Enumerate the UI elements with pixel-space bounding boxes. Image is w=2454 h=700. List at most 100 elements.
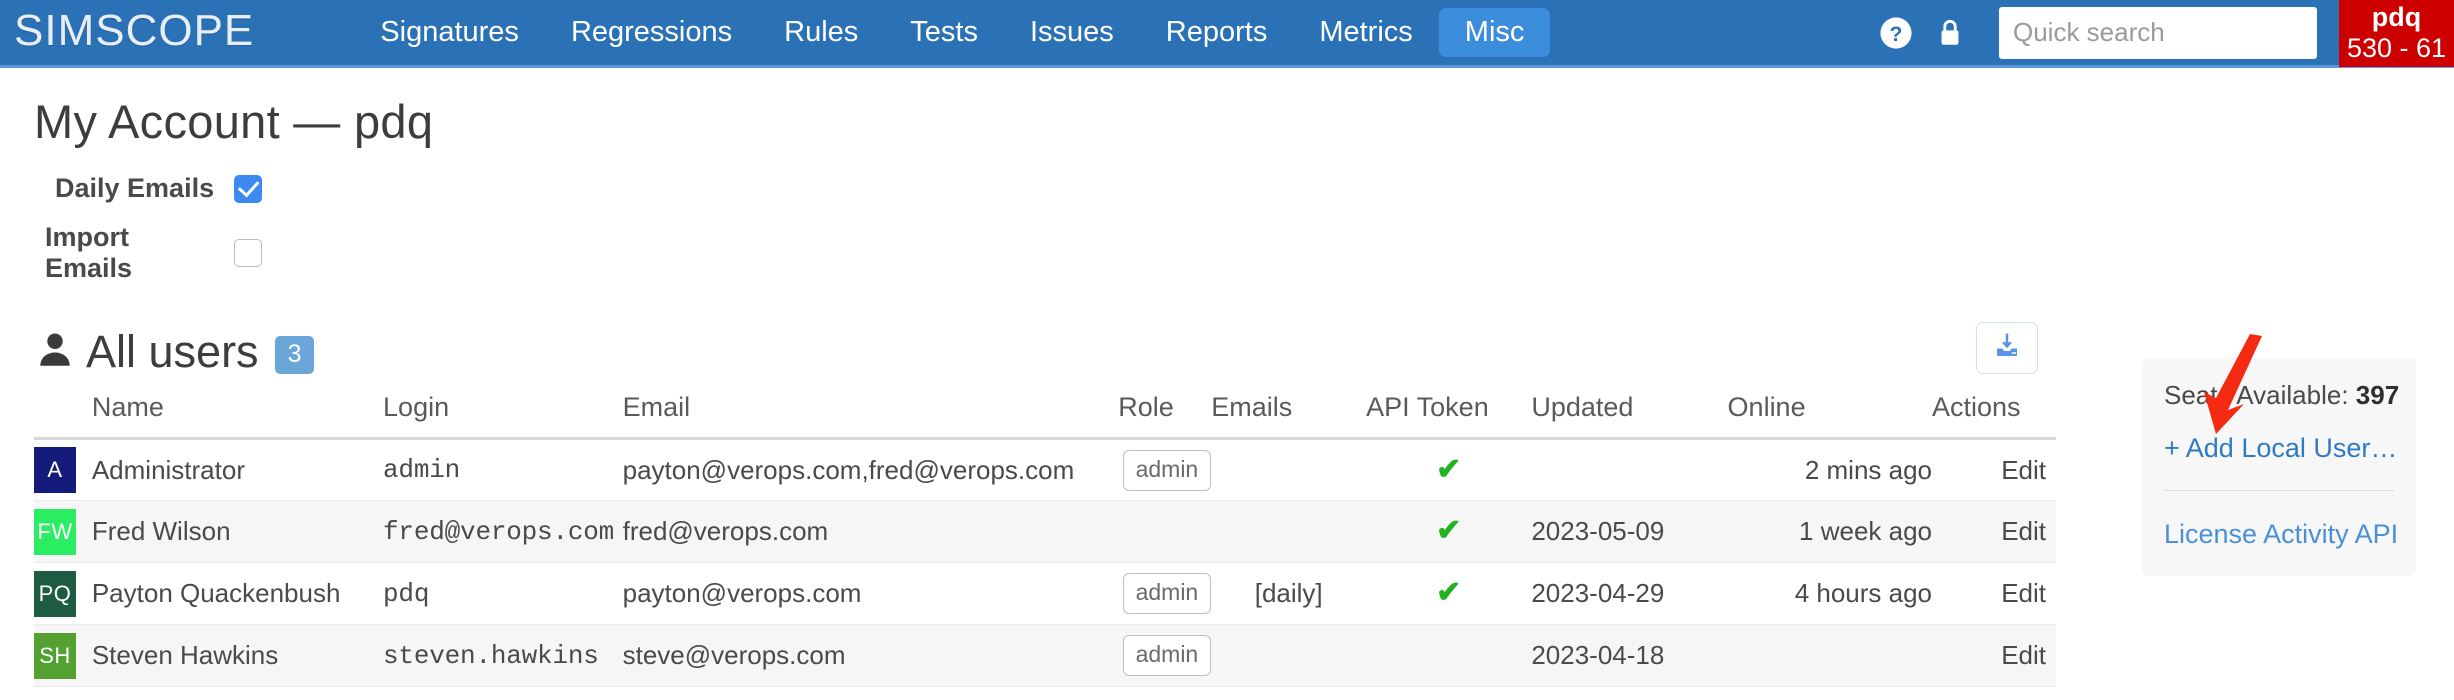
col-name[interactable]: Name bbox=[91, 392, 384, 440]
cell-name[interactable]: Fred Wilson bbox=[91, 500, 384, 563]
nav-item-signatures[interactable]: Signatures bbox=[354, 8, 545, 57]
daily-emails-checkbox[interactable] bbox=[234, 174, 262, 203]
page-content: My Account — pdq Daily Emails Import Ema… bbox=[0, 68, 2454, 697]
person-icon bbox=[34, 329, 76, 376]
table-row: FW Fred Wilson fred@verops.com fred@vero… bbox=[34, 500, 2056, 563]
cell-online: 2 mins ago bbox=[1727, 438, 1933, 501]
avatar: SH bbox=[34, 632, 76, 679]
users-table-head: Name Login Email Role Emails API Token U… bbox=[34, 392, 2056, 440]
avatar: PQ bbox=[34, 570, 76, 617]
row-avatar-cell: SH bbox=[34, 624, 92, 687]
nav-item-misc[interactable]: Misc bbox=[1438, 8, 1551, 57]
lock-button[interactable] bbox=[1923, 6, 1977, 60]
cell-online: 1 week ago bbox=[1727, 500, 1933, 563]
nav-item-regressions[interactable]: Regressions bbox=[545, 8, 758, 57]
cell-actions: Edit bbox=[1932, 624, 2056, 687]
edit-link[interactable]: Edit bbox=[2001, 516, 2056, 546]
cell-emails bbox=[1211, 624, 1367, 687]
import-emails-label: Import Emails bbox=[45, 222, 133, 283]
nav-item-tests[interactable]: Tests bbox=[884, 8, 1004, 57]
users-table: Name Login Email Role Emails API Token U… bbox=[34, 392, 2056, 687]
cell-login: steven.hawkins bbox=[383, 624, 623, 687]
cell-api-token: ✔ bbox=[1366, 562, 1532, 625]
nav-item-metrics[interactable]: Metrics bbox=[1293, 8, 1438, 57]
side-card-divider bbox=[2164, 490, 2394, 491]
top-navbar: SIMSCOPE Signatures Regressions Rules Te… bbox=[0, 0, 2454, 68]
cell-api-token: ✔ bbox=[1366, 500, 1532, 563]
search-input[interactable] bbox=[1999, 6, 2317, 59]
cell-api-token bbox=[1366, 624, 1532, 687]
lock-icon bbox=[1937, 17, 1963, 49]
main-navigation: Signatures Regressions Rules Tests Issue… bbox=[354, 8, 1551, 57]
users-table-body: A Administrator admin payton@verops.com,… bbox=[34, 438, 2056, 687]
user-account-badge[interactable]: pdq 530 - 61 bbox=[2339, 0, 2454, 67]
cell-online: 4 hours ago bbox=[1727, 562, 1933, 625]
cell-role: admin bbox=[1118, 624, 1212, 687]
table-row: A Administrator admin payton@verops.com,… bbox=[34, 438, 2056, 501]
question-circle-icon: ? bbox=[1879, 16, 1913, 50]
cell-updated bbox=[1531, 438, 1728, 501]
nav-item-issues[interactable]: Issues bbox=[1004, 8, 1140, 57]
check-icon: ✔ bbox=[1436, 576, 1462, 609]
seats-available-value: 397 bbox=[2355, 380, 2400, 410]
cell-email: payton@verops.com bbox=[622, 562, 1119, 625]
cell-actions: Edit bbox=[1932, 500, 2056, 563]
cell-email: payton@verops.com,fred@verops.com bbox=[622, 438, 1119, 501]
cell-name[interactable]: Payton Quackenbush bbox=[91, 562, 384, 625]
license-activity-api-link[interactable]: License Activity API bbox=[2164, 519, 2398, 550]
cell-actions: Edit bbox=[1932, 438, 2056, 501]
table-header-row: Name Login Email Role Emails API Token U… bbox=[34, 392, 2056, 440]
add-local-user-link[interactable]: + Add Local User… bbox=[2164, 433, 2397, 464]
app-logo[interactable]: SIMSCOPE bbox=[14, 8, 254, 57]
cell-emails bbox=[1211, 438, 1367, 501]
svg-text:?: ? bbox=[1890, 21, 1903, 45]
row-avatar-cell: A bbox=[34, 438, 92, 501]
col-actions: Actions bbox=[1932, 392, 2056, 440]
cell-updated: 2023-04-18 bbox=[1531, 624, 1728, 687]
download-inbox-icon bbox=[1992, 331, 2022, 366]
edit-link[interactable]: Edit bbox=[2001, 455, 2056, 485]
import-emails-checkbox[interactable] bbox=[234, 239, 262, 267]
table-row: PQ Payton Quackenbush pdq payton@verops.… bbox=[34, 562, 2056, 625]
col-role[interactable]: Role bbox=[1118, 392, 1212, 440]
edit-link[interactable]: Edit bbox=[2001, 578, 2056, 608]
col-emails[interactable]: Emails bbox=[1211, 392, 1367, 440]
cell-updated: 2023-04-29 bbox=[1531, 562, 1728, 625]
check-icon: ✔ bbox=[1436, 514, 1462, 547]
col-email[interactable]: Email bbox=[622, 392, 1119, 440]
cell-email: steve@verops.com bbox=[622, 624, 1119, 687]
cell-actions: Edit bbox=[1932, 562, 2056, 625]
users-table-container: Name Login Email Role Emails API Token U… bbox=[0, 392, 2060, 687]
quick-search[interactable] bbox=[1999, 6, 2317, 59]
navbar-right-group: ? pdq 530 - 61 bbox=[1869, 0, 2454, 67]
cell-emails: [daily] bbox=[1211, 562, 1367, 625]
cell-role: admin bbox=[1118, 438, 1212, 501]
cell-updated: 2023-05-09 bbox=[1531, 500, 1728, 563]
avatar: A bbox=[34, 447, 76, 493]
cell-name[interactable]: Administrator bbox=[91, 438, 384, 501]
cell-name[interactable]: Steven Hawkins bbox=[91, 624, 384, 687]
cell-email: fred@verops.com bbox=[622, 500, 1119, 563]
cell-login: pdq bbox=[383, 562, 623, 625]
user-count-badge: 3 bbox=[274, 336, 315, 374]
all-users-title: All users bbox=[86, 326, 259, 377]
col-api-token[interactable]: API Token bbox=[1366, 392, 1532, 440]
license-side-card: Seats Available: 397 + Add Local User… L… bbox=[2142, 358, 2416, 576]
edit-link[interactable]: Edit bbox=[2001, 640, 2056, 670]
cell-role: admin bbox=[1118, 562, 1212, 625]
col-login[interactable]: Login bbox=[383, 392, 623, 440]
user-badge-sub: 530 - 61 bbox=[2346, 32, 2447, 63]
export-users-button[interactable] bbox=[1976, 322, 2038, 374]
cell-api-token: ✔ bbox=[1366, 438, 1532, 501]
col-updated[interactable]: Updated bbox=[1531, 392, 1728, 440]
help-button[interactable]: ? bbox=[1869, 6, 1923, 60]
cell-online bbox=[1727, 624, 1933, 687]
cell-emails bbox=[1211, 500, 1367, 563]
nav-item-rules[interactable]: Rules bbox=[758, 8, 884, 57]
row-avatar-cell: PQ bbox=[34, 562, 92, 625]
pref-daily-emails: Daily Emails bbox=[0, 173, 2454, 204]
col-online[interactable]: Online bbox=[1727, 392, 1933, 440]
col-avatar bbox=[34, 392, 92, 440]
nav-item-reports[interactable]: Reports bbox=[1140, 8, 1294, 57]
cell-login: admin bbox=[383, 438, 623, 501]
